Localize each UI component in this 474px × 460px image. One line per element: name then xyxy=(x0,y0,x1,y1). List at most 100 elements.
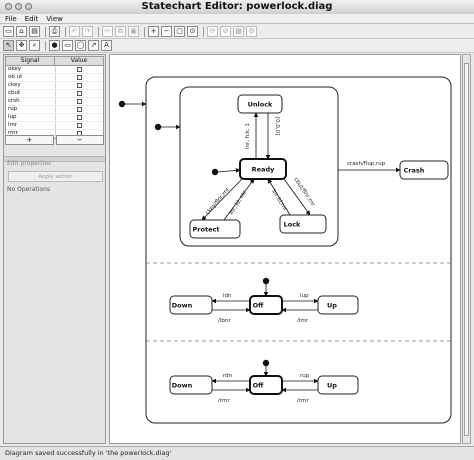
remove-signal-button[interactable]: − xyxy=(55,135,104,145)
title-bar: Statechart Editor: powerlock.diag xyxy=(0,0,474,15)
signal-value-checkbox[interactable] xyxy=(77,75,82,80)
signal-column-header[interactable]: Signal xyxy=(6,57,55,65)
initial-pseudostate[interactable] xyxy=(118,100,126,108)
toolbar-separator xyxy=(203,26,204,37)
state-off-right-label: Off xyxy=(253,382,265,390)
transition-up-off-left-label: /lmr xyxy=(297,318,309,324)
statechart-diagram[interactable]: Unlock Ready Protect Lock Crash lnr, fck… xyxy=(110,55,460,443)
zoom-in-icon[interactable]: + xyxy=(148,26,159,37)
open-file-icon[interactable]: ⌂ xyxy=(16,26,27,37)
state-ready-label: Ready xyxy=(252,166,275,174)
zoom-out-icon[interactable]: − xyxy=(161,26,172,37)
signal-table-header: Signal Value xyxy=(6,57,103,66)
toolbar-separator xyxy=(98,26,99,37)
transition-up-off-right-label: /rmr xyxy=(297,398,309,404)
table-row[interactable]: crsh xyxy=(6,98,103,106)
run-simulation-icon[interactable]: ⟳ xyxy=(207,26,218,37)
composite-state-tool-icon[interactable]: ◯ xyxy=(75,40,86,51)
signal-name: okey xyxy=(6,66,56,73)
new-file-icon[interactable]: ▭ xyxy=(3,26,14,37)
left-panel: Signal Value okey ob ut ckey cbut crsh r… xyxy=(3,54,106,444)
zoom-reset-icon[interactable]: ⊙ xyxy=(187,26,198,37)
signal-value-checkbox[interactable] xyxy=(77,107,82,112)
signal-name: lup xyxy=(6,114,56,121)
text-tool-icon[interactable]: A xyxy=(101,40,112,51)
table-row[interactable]: lmr xyxy=(6,122,103,130)
signal-name: crsh xyxy=(6,98,56,105)
table-row[interactable]: ob ut xyxy=(6,74,103,82)
zoom-fit-icon[interactable]: ▢ xyxy=(174,26,185,37)
signal-buttons: + − xyxy=(5,135,104,146)
transition-off-down-left-label: ldn xyxy=(223,293,232,299)
initial-transition[interactable] xyxy=(217,167,241,173)
initial-pseudostate[interactable] xyxy=(262,359,270,367)
signal-name: ob ut xyxy=(6,74,56,81)
menu-edit[interactable]: Edit xyxy=(25,14,39,23)
state-up-right[interactable] xyxy=(317,375,359,395)
main-toolbar: ▭ ⌂ ▤ ⎙ ↶ ↷ ✂ ⧉ ▣ + − ▢ ⊙ ⟳ ⊘ ▩ ⚙ xyxy=(0,25,474,39)
state-unlock-label: Unlock xyxy=(248,101,273,109)
table-row[interactable]: lup xyxy=(6,114,103,122)
select-tool-icon[interactable]: ↖ xyxy=(3,40,14,51)
value-column-header[interactable]: Value xyxy=(55,57,103,65)
state-up-right-label: Up xyxy=(327,382,337,390)
state-down-left-label: Down xyxy=(172,302,193,310)
transition-down-off-right-label: /rmr xyxy=(218,398,230,404)
signal-value-checkbox[interactable] xyxy=(77,115,82,120)
state-crash-label: Crash xyxy=(404,167,425,175)
cut-icon[interactable]: ✂ xyxy=(102,26,113,37)
state-off-left-label: Off xyxy=(253,302,265,310)
signal-value-checkbox[interactable] xyxy=(77,91,82,96)
save-file-icon[interactable]: ▤ xyxy=(29,26,40,37)
step-simulation-icon[interactable]: ⊘ xyxy=(220,26,231,37)
toolbar-separator xyxy=(65,26,66,37)
lasso-tool-icon[interactable]: ⌕ xyxy=(29,40,40,51)
initial-pseudostate[interactable] xyxy=(211,168,219,176)
transition-off-up-left-label: lup xyxy=(300,293,309,299)
scrollbar-thumb[interactable] xyxy=(464,63,469,436)
menu-file[interactable]: File xyxy=(5,14,17,23)
menu-bar: File Edit View xyxy=(0,14,474,24)
root-composite-state[interactable] xyxy=(145,76,452,424)
signal-value-checkbox[interactable] xyxy=(77,123,82,128)
add-signal-button[interactable]: + xyxy=(5,135,54,145)
print-icon[interactable]: ⎙ xyxy=(49,26,60,37)
undo-icon[interactable]: ↶ xyxy=(69,26,80,37)
apply-action-button[interactable]: Apply action xyxy=(8,171,103,182)
signal-value-checkbox[interactable] xyxy=(77,83,82,88)
signal-table: Signal Value okey ob ut ckey cbut crsh r… xyxy=(5,56,104,139)
redo-icon[interactable]: ↷ xyxy=(82,26,93,37)
transition-ready-lock-label: cbut/flnr,rnr xyxy=(292,177,316,208)
initial-pseudostate[interactable] xyxy=(154,123,162,131)
table-row[interactable]: okey xyxy=(6,66,103,74)
paste-icon[interactable]: ▣ xyxy=(128,26,139,37)
menu-view[interactable]: View xyxy=(46,14,63,23)
signal-value-checkbox[interactable] xyxy=(77,67,82,72)
stop-simulation-icon[interactable]: ▩ xyxy=(233,26,244,37)
table-row[interactable]: ckey xyxy=(6,82,103,90)
diagram-canvas[interactable]: Unlock Ready Protect Lock Crash lnr, fck… xyxy=(109,54,461,444)
no-operations-label: No Operations xyxy=(7,186,51,193)
transition-ready-unlock-label: lnr, fck, 1 xyxy=(245,123,251,149)
status-bar: Diagram saved successfully in 'the power… xyxy=(0,446,474,460)
settings-icon[interactable]: ⚙ xyxy=(246,26,257,37)
edit-properties-label: Edit properties xyxy=(7,160,52,167)
copy-icon[interactable]: ⧉ xyxy=(115,26,126,37)
table-row[interactable]: rup xyxy=(6,106,103,114)
state-lock-label: Lock xyxy=(284,221,301,229)
transition-tool-icon[interactable]: ↗ xyxy=(88,40,99,51)
transition-lock-ready-label: lnr,ld,rnr xyxy=(270,189,288,213)
statechart-editor-window: Statechart Editor: powerlock.diag File E… xyxy=(0,0,474,460)
initial-state-tool-icon[interactable]: ● xyxy=(49,40,60,51)
state-tool-icon[interactable]: ▭ xyxy=(62,40,73,51)
signal-value-checkbox[interactable] xyxy=(77,99,82,104)
canvas-vertical-scrollbar[interactable] xyxy=(462,54,471,444)
state-up-left-label: Up xyxy=(327,302,337,310)
pan-tool-icon[interactable]: ✥ xyxy=(16,40,27,51)
table-row[interactable]: cbut xyxy=(6,90,103,98)
state-up-left[interactable] xyxy=(317,295,359,315)
state-protect-label: Protect xyxy=(193,226,220,234)
initial-pseudostate[interactable] xyxy=(262,277,270,285)
window-title: Statechart Editor: powerlock.diag xyxy=(141,1,333,12)
transition-unlock-ready-label: [0,0,0] xyxy=(274,117,280,135)
